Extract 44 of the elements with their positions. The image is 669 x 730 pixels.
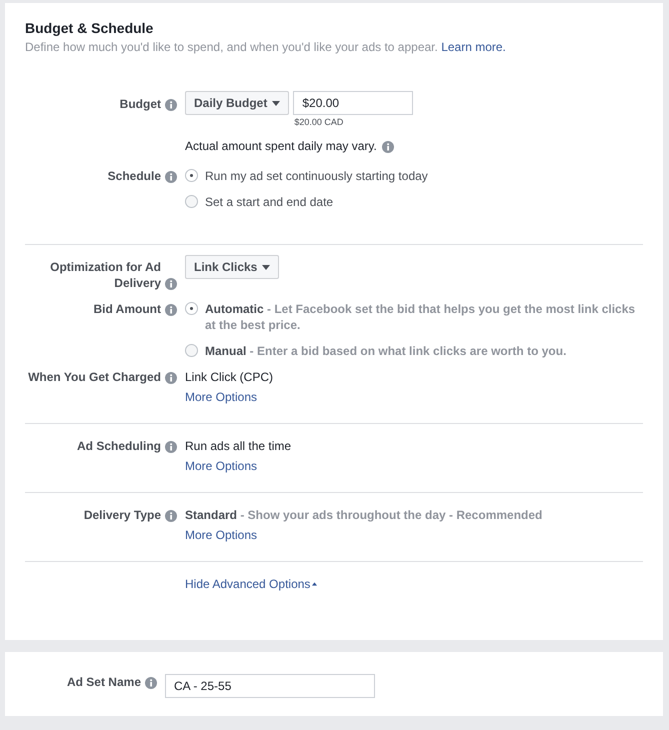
- budget-amount-field[interactable]: $20.00: [293, 91, 414, 115]
- budget-note: Actual amount spent daily may vary.: [185, 138, 377, 154]
- radio-button[interactable]: [185, 344, 198, 357]
- caret-icon: [262, 264, 270, 270]
- ad-set-name-field[interactable]: CA - 25-55: [165, 674, 375, 698]
- info-icon[interactable]: [165, 304, 177, 316]
- radio-option-label: Run my ad set continuously starting today: [205, 168, 428, 184]
- info-icon[interactable]: [165, 372, 177, 384]
- radio-button[interactable]: [185, 195, 198, 208]
- info-icon[interactable]: [145, 677, 157, 689]
- currency-note: $20.00 CAD: [294, 116, 344, 128]
- more-options-link[interactable]: More Options: [185, 527, 258, 543]
- radio-button[interactable]: [185, 169, 198, 182]
- more-options-link[interactable]: More Options: [185, 389, 258, 405]
- info-icon[interactable]: [165, 99, 177, 111]
- caret-icon: [272, 100, 280, 106]
- budget-type-dropdown[interactable]: Daily Budget: [185, 91, 290, 115]
- info-icon[interactable]: [165, 441, 177, 453]
- info-icon[interactable]: [382, 141, 394, 153]
- field-value: Run ads all the time: [185, 438, 292, 454]
- field-label: Delivery Type: [84, 507, 161, 523]
- field-label: Schedule: [108, 168, 161, 184]
- radio-option-label: Set a start and end date: [205, 194, 334, 210]
- field-label: Ad Set Name: [66, 674, 141, 690]
- field-value: Link Click (CPC): [185, 369, 274, 385]
- field-value: Standard - Show your ads throughout the day - Recommended: [185, 507, 544, 523]
- radio-option-label: Manual - Enter a bid based on what link clicks are worth to you.: [205, 343, 566, 359]
- optimization-dropdown[interactable]: Link Clicks: [185, 255, 280, 279]
- learn-more-link[interactable]: Learn more.: [441, 40, 506, 54]
- radio-button[interactable]: [185, 302, 198, 315]
- field-label: Bid Amount: [93, 301, 161, 317]
- field-label: Budget: [120, 96, 161, 112]
- info-icon[interactable]: [165, 171, 177, 183]
- field-label: Ad Scheduling: [77, 438, 161, 454]
- section-title: Budget & Schedule: [25, 20, 154, 36]
- info-icon[interactable]: [165, 510, 177, 522]
- more-options-link[interactable]: More Options: [185, 458, 258, 474]
- radio-option-label: Automatic - Let Facebook set the bid that helps you get the most link clicks at the best price.: [205, 301, 636, 333]
- caret-up-icon: [312, 582, 318, 586]
- field-label: Optimization for Ad Delivery: [49, 259, 161, 291]
- hide-advanced-link[interactable]: Hide Advanced Options: [185, 576, 310, 592]
- info-icon[interactable]: [165, 278, 177, 290]
- section-description: Define how much you'd like to spend, and when you'd like your ads to appear. Learn more.: [25, 40, 507, 54]
- field-label: When You Get Charged: [28, 369, 161, 385]
